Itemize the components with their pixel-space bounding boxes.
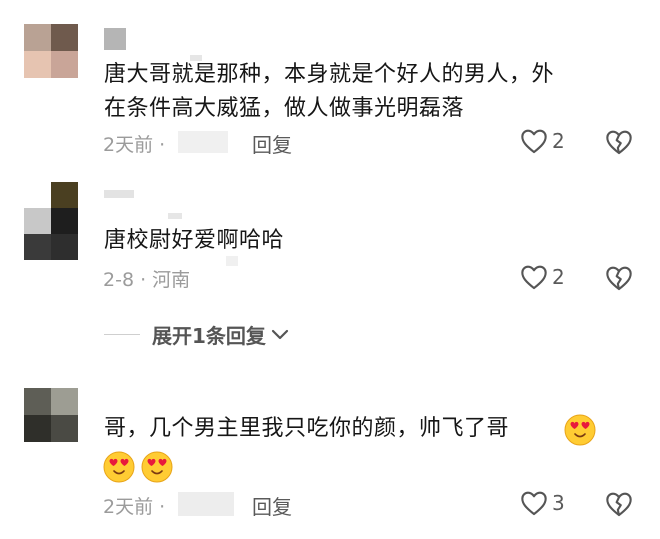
avatar[interactable] bbox=[24, 24, 78, 78]
smiling-face-with-heart-eyes-icon bbox=[141, 451, 173, 483]
heart-outline-icon bbox=[521, 491, 547, 516]
smiling-face-with-heart-eyes-icon bbox=[103, 451, 135, 483]
like-button[interactable]: 3 bbox=[520, 490, 565, 516]
like-count: 2 bbox=[552, 129, 565, 153]
location-redacted bbox=[178, 131, 228, 153]
blurred-mark bbox=[226, 256, 238, 266]
comment-time: 2天前 · bbox=[103, 496, 166, 518]
like-count: 2 bbox=[552, 265, 565, 289]
expand-replies-label: 展开1条回复 bbox=[152, 324, 266, 348]
expand-replies-button[interactable]: 展开1条回复 bbox=[104, 320, 290, 349]
reply-button[interactable]: 回复 bbox=[252, 129, 292, 158]
chevron-down-icon bbox=[271, 329, 289, 339]
comment-text: 哥，几个男主里我只吃你的颜，帅飞了哥 bbox=[104, 416, 510, 441]
broken-heart-icon[interactable] bbox=[605, 491, 633, 517]
comment-text: 唐校尉好爱啊哈哈 bbox=[104, 228, 285, 253]
smiling-face-with-heart-eyes-icon bbox=[564, 414, 596, 446]
username-redacted bbox=[104, 190, 134, 198]
reply-button[interactable]: 回复 bbox=[252, 491, 292, 520]
comment-time: 2天前 · bbox=[103, 134, 166, 156]
like-count: 3 bbox=[552, 491, 565, 515]
avatar[interactable] bbox=[24, 388, 78, 442]
avatar[interactable] bbox=[24, 182, 78, 260]
comment-text: 唐大哥就是那种，本身就是个好人的男人，外 在条件高大威猛，做人做事光明磊落 bbox=[104, 62, 555, 121]
heart-outline-icon bbox=[521, 129, 547, 154]
broken-heart-icon[interactable] bbox=[605, 129, 633, 155]
location-redacted bbox=[178, 492, 234, 516]
like-button[interactable]: 2 bbox=[520, 128, 565, 154]
username-redacted bbox=[104, 28, 126, 50]
like-button[interactable]: 2 bbox=[520, 264, 565, 290]
heart-outline-icon bbox=[521, 265, 547, 290]
comment-time: 2-8 · 河南 bbox=[103, 269, 191, 291]
divider bbox=[104, 334, 140, 335]
username-redacted bbox=[168, 213, 182, 219]
broken-heart-icon[interactable] bbox=[605, 265, 633, 291]
